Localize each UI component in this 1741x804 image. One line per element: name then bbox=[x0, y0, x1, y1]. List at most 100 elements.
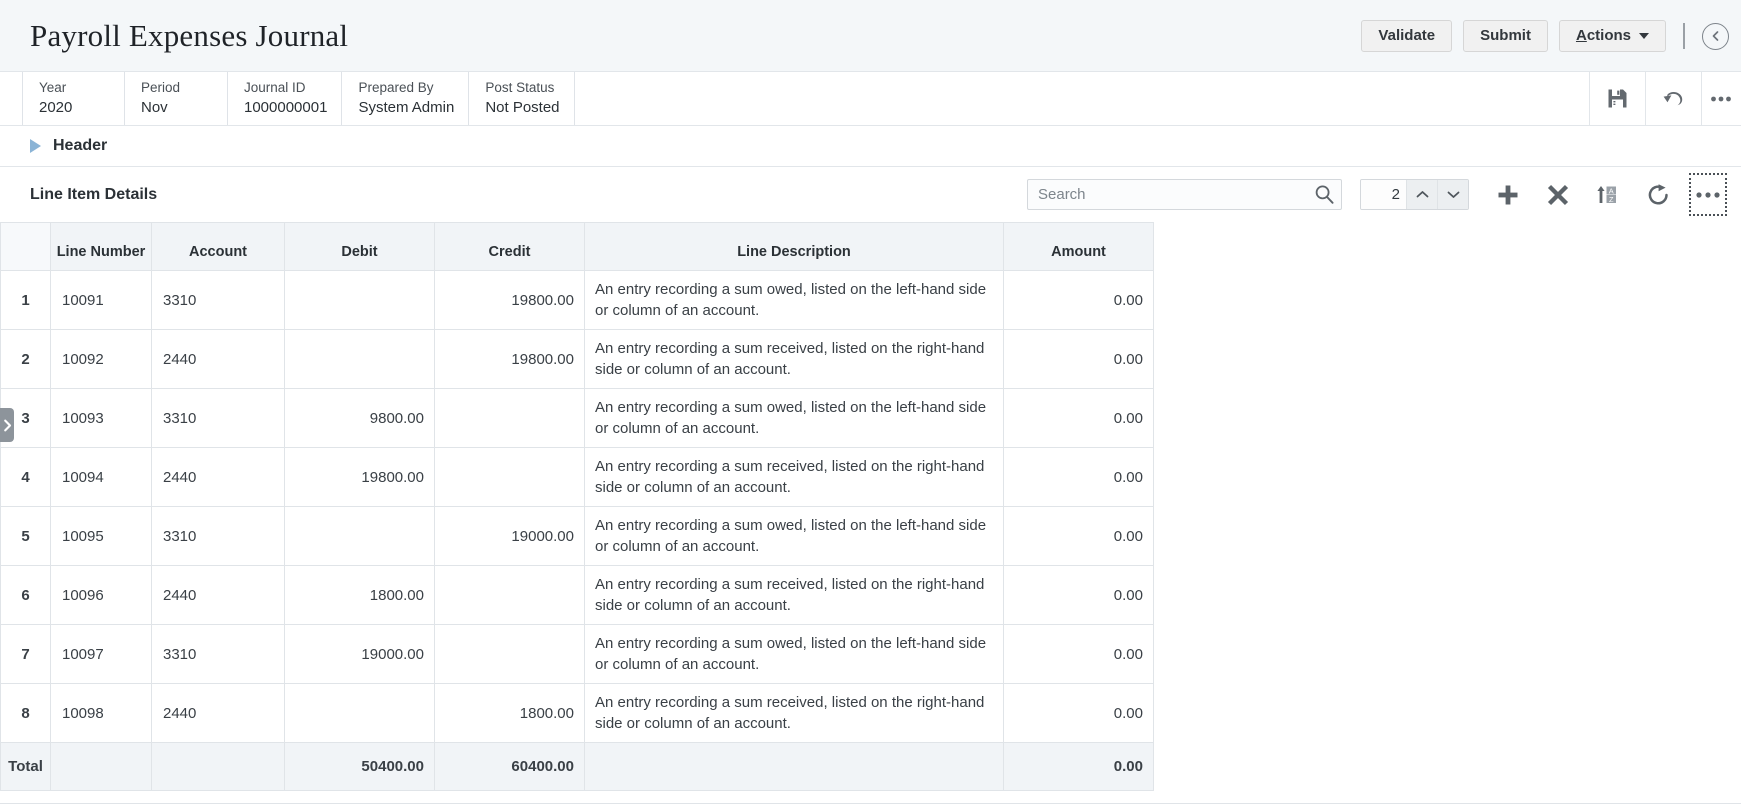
refresh-icon[interactable] bbox=[1633, 167, 1683, 222]
cell-credit[interactable]: 19000.00 bbox=[435, 507, 585, 566]
cell-credit[interactable]: 19800.00 bbox=[435, 271, 585, 330]
cell-credit[interactable] bbox=[435, 566, 585, 625]
summary-label-journal-id: Journal ID bbox=[244, 79, 327, 97]
cell-line-description[interactable]: An entry recording a sum received, liste… bbox=[585, 566, 1004, 625]
cell-line-description[interactable]: An entry recording a sum owed, listed on… bbox=[585, 271, 1004, 330]
cell-debit[interactable] bbox=[285, 684, 435, 743]
cell-amount[interactable]: 0.00 bbox=[1004, 507, 1154, 566]
line-items-table-wrapper: Line Number Account Debit Credit Line De… bbox=[0, 222, 1741, 791]
cell-account[interactable]: 3310 bbox=[152, 625, 285, 684]
header-section-toggle[interactable]: Header bbox=[0, 126, 1741, 167]
table-header: Line Number Account Debit Credit Line De… bbox=[1, 223, 1154, 271]
table-row[interactable]: 8 10098 2440 1800.00 An entry recording … bbox=[1, 684, 1154, 743]
cell-credit[interactable]: 19800.00 bbox=[435, 330, 585, 389]
cell-amount[interactable]: 0.00 bbox=[1004, 448, 1154, 507]
table-row[interactable]: 4 10094 2440 19800.00 An entry recording… bbox=[1, 448, 1154, 507]
cell-line-description[interactable]: An entry recording a sum received, liste… bbox=[585, 684, 1004, 743]
cell-debit[interactable]: 19800.00 bbox=[285, 448, 435, 507]
table-row[interactable]: 2 10092 2440 19800.00 An entry recording… bbox=[1, 330, 1154, 389]
row-number-stepper[interactable] bbox=[1360, 179, 1469, 210]
stepper-up-button[interactable] bbox=[1406, 180, 1437, 209]
add-row-icon[interactable] bbox=[1483, 167, 1533, 222]
cell-credit[interactable]: 1800.00 bbox=[435, 684, 585, 743]
table-row[interactable]: 7 10097 3310 19000.00 An entry recording… bbox=[1, 625, 1154, 684]
summary-fields: Year 2020 Period Nov Journal ID 10000000… bbox=[0, 72, 575, 125]
cell-account[interactable]: 2440 bbox=[152, 448, 285, 507]
cell-debit[interactable] bbox=[285, 330, 435, 389]
cell-line-number[interactable]: 10094 bbox=[51, 448, 152, 507]
row-number-input[interactable] bbox=[1361, 180, 1406, 209]
column-header-credit[interactable]: Credit bbox=[435, 223, 585, 271]
cell-line-number[interactable]: 10097 bbox=[51, 625, 152, 684]
cell-amount[interactable]: 0.00 bbox=[1004, 684, 1154, 743]
cell-debit[interactable]: 9800.00 bbox=[285, 389, 435, 448]
search-input[interactable] bbox=[1027, 179, 1342, 210]
cell-account[interactable]: 2440 bbox=[152, 684, 285, 743]
column-header-index[interactable] bbox=[1, 223, 51, 271]
table-row[interactable]: 1 10091 3310 19800.00 An entry recording… bbox=[1, 271, 1154, 330]
actions-menu-button[interactable]: Actions bbox=[1559, 20, 1666, 52]
summary-field-journal-id: Journal ID 1000000001 bbox=[228, 72, 342, 125]
cell-amount[interactable]: 0.00 bbox=[1004, 566, 1154, 625]
column-header-line-description[interactable]: Line Description bbox=[585, 223, 1004, 271]
cell-account[interactable]: 3310 bbox=[152, 389, 285, 448]
cell-account[interactable]: 3310 bbox=[152, 507, 285, 566]
cell-credit[interactable] bbox=[435, 625, 585, 684]
sort-az-icon[interactable]: A Z bbox=[1583, 167, 1633, 222]
cell-line-description[interactable]: An entry recording a sum received, liste… bbox=[585, 448, 1004, 507]
actions-menu-label: Actions bbox=[1576, 21, 1631, 51]
stepper-down-button[interactable] bbox=[1437, 180, 1468, 209]
total-line-number bbox=[51, 743, 152, 791]
row-index: 1 bbox=[1, 271, 51, 330]
cell-line-number[interactable]: 10096 bbox=[51, 566, 152, 625]
submit-button[interactable]: Submit bbox=[1463, 20, 1548, 52]
cell-debit[interactable] bbox=[285, 271, 435, 330]
save-icon[interactable] bbox=[1589, 72, 1645, 125]
cell-credit[interactable] bbox=[435, 389, 585, 448]
svg-text:Z: Z bbox=[1609, 194, 1614, 203]
search-icon[interactable] bbox=[1314, 184, 1335, 210]
row-index: 7 bbox=[1, 625, 51, 684]
cell-debit[interactable] bbox=[285, 507, 435, 566]
cell-account[interactable]: 2440 bbox=[152, 330, 285, 389]
cell-account[interactable]: 2440 bbox=[152, 566, 285, 625]
cell-line-number[interactable]: 10091 bbox=[51, 271, 152, 330]
cell-line-number[interactable]: 10098 bbox=[51, 684, 152, 743]
back-circle-icon[interactable] bbox=[1702, 23, 1729, 50]
table-row[interactable]: 5 10095 3310 19000.00 An entry recording… bbox=[1, 507, 1154, 566]
row-index: 4 bbox=[1, 448, 51, 507]
title-bar-actions: Validate Submit Actions bbox=[1361, 0, 1729, 72]
cell-line-number[interactable]: 10095 bbox=[51, 507, 152, 566]
delete-row-icon[interactable] bbox=[1533, 167, 1583, 222]
cell-line-description[interactable]: An entry recording a sum owed, listed on… bbox=[585, 507, 1004, 566]
column-header-account[interactable]: Account bbox=[152, 223, 285, 271]
cell-debit[interactable]: 1800.00 bbox=[285, 566, 435, 625]
cell-line-description[interactable]: An entry recording a sum received, liste… bbox=[585, 330, 1004, 389]
cell-debit[interactable]: 19000.00 bbox=[285, 625, 435, 684]
table-row[interactable]: 6 10096 2440 1800.00 An entry recording … bbox=[1, 566, 1154, 625]
cell-amount[interactable]: 0.00 bbox=[1004, 330, 1154, 389]
cell-credit[interactable] bbox=[435, 448, 585, 507]
cell-amount[interactable]: 0.00 bbox=[1004, 271, 1154, 330]
total-label: Total bbox=[1, 743, 51, 791]
column-header-debit[interactable]: Debit bbox=[285, 223, 435, 271]
cell-line-number[interactable]: 10092 bbox=[51, 330, 152, 389]
toolbar-divider bbox=[1683, 23, 1685, 49]
cell-line-description[interactable]: An entry recording a sum owed, listed on… bbox=[585, 389, 1004, 448]
expand-panel-chevron-icon[interactable] bbox=[0, 408, 14, 442]
table-row[interactable]: 3 10093 3310 9800.00 An entry recording … bbox=[1, 389, 1154, 448]
table-overflow-icon[interactable] bbox=[1683, 167, 1733, 222]
validate-button[interactable]: Validate bbox=[1361, 20, 1452, 52]
column-header-line-number[interactable]: Line Number bbox=[51, 223, 152, 271]
cell-account[interactable]: 3310 bbox=[152, 271, 285, 330]
column-header-amount[interactable]: Amount bbox=[1004, 223, 1154, 271]
cell-amount[interactable]: 0.00 bbox=[1004, 389, 1154, 448]
more-options-icon[interactable] bbox=[1701, 72, 1741, 125]
disclosure-triangle-icon[interactable] bbox=[30, 139, 41, 153]
undo-icon[interactable] bbox=[1645, 72, 1701, 125]
cell-line-description[interactable]: An entry recording a sum owed, listed on… bbox=[585, 625, 1004, 684]
summary-toolbar bbox=[1589, 72, 1741, 125]
cell-amount[interactable]: 0.00 bbox=[1004, 625, 1154, 684]
cell-line-number[interactable]: 10093 bbox=[51, 389, 152, 448]
summary-field-year: Year 2020 bbox=[22, 72, 125, 125]
